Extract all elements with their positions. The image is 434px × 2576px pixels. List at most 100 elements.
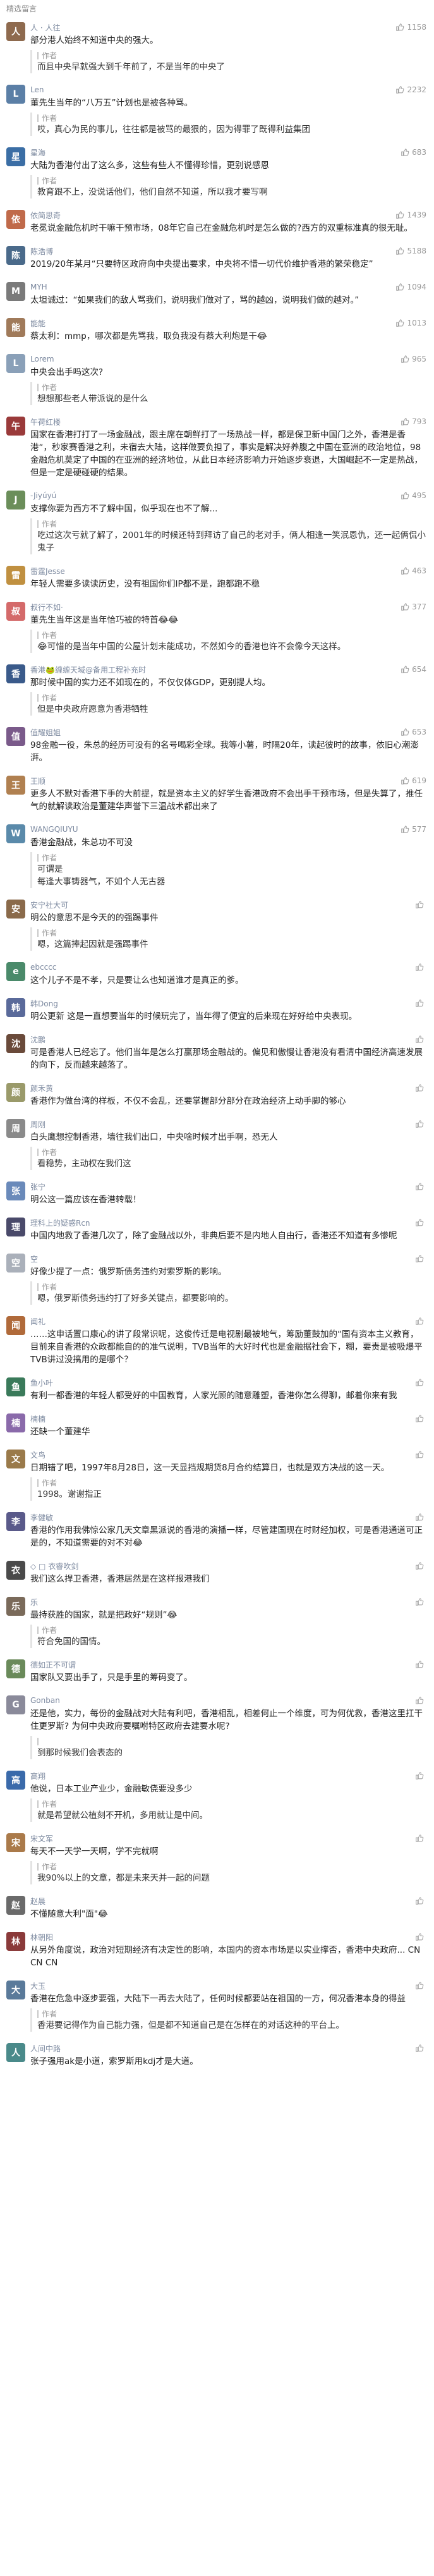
avatar[interactable]: 颜: [6, 1083, 25, 1102]
avatar[interactable]: e: [6, 962, 25, 981]
like-button[interactable]: [415, 1981, 426, 1990]
like-button[interactable]: [415, 1254, 426, 1263]
commenter-name[interactable]: 李健敏: [30, 1512, 53, 1523]
avatar[interactable]: W: [6, 824, 25, 843]
avatar[interactable]: 高: [6, 1771, 25, 1790]
like-button[interactable]: [415, 1120, 426, 1128]
commenter-name[interactable]: 林朝阳: [30, 1932, 53, 1943]
like-button[interactable]: 5188: [395, 247, 426, 255]
avatar[interactable]: 人: [6, 22, 25, 41]
avatar[interactable]: 安: [6, 900, 25, 919]
like-button[interactable]: 619: [401, 776, 426, 785]
avatar[interactable]: 叔: [6, 602, 25, 621]
like-button[interactable]: [415, 999, 426, 1008]
commenter-name[interactable]: 香港🐸缠缠天域@备用工程补充时: [30, 664, 146, 675]
commenter-name[interactable]: 依简思奇: [30, 210, 61, 221]
commenter-name[interactable]: 空: [30, 1254, 38, 1264]
like-button[interactable]: 965: [401, 355, 426, 363]
avatar[interactable]: 鱼: [6, 1377, 25, 1396]
like-button[interactable]: [415, 2044, 426, 2053]
commenter-name[interactable]: 乐: [30, 1597, 38, 1608]
commenter-name[interactable]: 叔行不如·: [30, 602, 63, 613]
commenter-name[interactable]: ◇ □ 衣睿吹剑: [30, 1561, 78, 1572]
like-button[interactable]: [415, 1035, 426, 1044]
avatar[interactable]: 赵: [6, 1896, 25, 1915]
commenter-name[interactable]: 安宁社大可: [30, 900, 68, 910]
commenter-name[interactable]: 周刚: [30, 1119, 45, 1130]
commenter-name[interactable]: Lorem: [30, 355, 54, 363]
avatar[interactable]: 张: [6, 1181, 25, 1200]
commenter-name[interactable]: 韩Dong: [30, 998, 58, 1009]
commenter-name[interactable]: Gonban: [30, 1696, 60, 1705]
commenter-name[interactable]: 颜禾黄: [30, 1083, 53, 1094]
avatar[interactable]: L: [6, 354, 25, 373]
avatar[interactable]: 闻: [6, 1316, 25, 1335]
avatar[interactable]: 德: [6, 1659, 25, 1678]
commenter-name[interactable]: 值耀姐姐: [30, 727, 61, 738]
avatar[interactable]: 依: [6, 210, 25, 229]
commenter-name[interactable]: 能能: [30, 318, 45, 329]
avatar[interactable]: 韩: [6, 998, 25, 1017]
like-button[interactable]: [415, 900, 426, 909]
like-button[interactable]: [415, 963, 426, 972]
avatar[interactable]: 沈: [6, 1034, 25, 1053]
avatar[interactable]: 楠: [6, 1413, 25, 1432]
avatar[interactable]: 雷: [6, 566, 25, 585]
avatar[interactable]: 宋: [6, 1833, 25, 1852]
commenter-name[interactable]: -Jiyúyú: [30, 491, 56, 500]
avatar[interactable]: 空: [6, 1254, 25, 1273]
avatar[interactable]: 周: [6, 1119, 25, 1138]
commenter-name[interactable]: 雷霆Jesse: [30, 566, 65, 577]
like-button[interactable]: [415, 1660, 426, 1669]
avatar[interactable]: 理: [6, 1218, 25, 1236]
like-button[interactable]: [415, 1084, 426, 1092]
commenter-name[interactable]: 高翔: [30, 1771, 45, 1781]
avatar[interactable]: L: [6, 85, 25, 104]
commenter-name[interactable]: 人间中路: [30, 2043, 61, 2054]
avatar[interactable]: 大: [6, 1981, 25, 1999]
avatar[interactable]: 文: [6, 1450, 25, 1468]
like-button[interactable]: [415, 1834, 426, 1843]
avatar[interactable]: 乐: [6, 1597, 25, 1616]
like-button[interactable]: [415, 1513, 426, 1522]
like-button[interactable]: 1439: [395, 211, 426, 219]
avatar[interactable]: 香: [6, 664, 25, 683]
like-button[interactable]: [415, 1597, 426, 1606]
like-button[interactable]: [415, 1932, 426, 1941]
commenter-name[interactable]: 午荷红楼: [30, 417, 61, 427]
avatar[interactable]: 陈: [6, 246, 25, 265]
like-button[interactable]: [415, 1450, 426, 1459]
avatar[interactable]: 王: [6, 776, 25, 795]
commenter-name[interactable]: 大玉: [30, 1981, 45, 1991]
avatar[interactable]: J: [6, 491, 25, 510]
commenter-name[interactable]: ebcccc: [30, 963, 56, 972]
like-button[interactable]: 1158: [395, 23, 426, 32]
avatar[interactable]: 午: [6, 417, 25, 436]
like-button[interactable]: [415, 1218, 426, 1227]
commenter-name[interactable]: 张宁: [30, 1181, 45, 1192]
like-button[interactable]: [415, 1561, 426, 1570]
like-button[interactable]: [415, 1378, 426, 1387]
like-button[interactable]: [415, 1896, 426, 1905]
like-button[interactable]: [415, 1696, 426, 1705]
avatar[interactable]: G: [6, 1695, 25, 1714]
avatar[interactable]: 值: [6, 727, 25, 746]
avatar[interactable]: 星: [6, 147, 25, 166]
commenter-name[interactable]: MYH: [30, 283, 47, 291]
commenter-name[interactable]: 星海: [30, 147, 45, 158]
avatar[interactable]: 人: [6, 2043, 25, 2062]
like-button[interactable]: 2232: [395, 85, 426, 94]
commenter-name[interactable]: 宋文军: [30, 1833, 53, 1844]
like-button[interactable]: 495: [401, 491, 426, 500]
like-button[interactable]: 654: [401, 665, 426, 674]
commenter-name[interactable]: 王顺: [30, 776, 45, 786]
commenter-name[interactable]: WANGQIUYU: [30, 825, 78, 834]
like-button[interactable]: 577: [401, 825, 426, 834]
commenter-name[interactable]: 人 · 人往: [30, 22, 60, 33]
avatar[interactable]: 衣: [6, 1561, 25, 1580]
like-button[interactable]: 653: [401, 728, 426, 736]
avatar[interactable]: 林: [6, 1932, 25, 1951]
like-button[interactable]: 377: [401, 602, 426, 611]
avatar[interactable]: M: [6, 282, 25, 301]
like-button[interactable]: [415, 1182, 426, 1191]
